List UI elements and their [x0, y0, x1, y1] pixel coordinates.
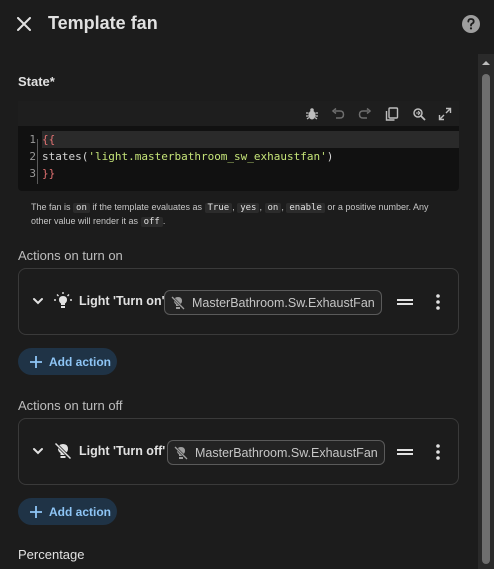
line-numbers: 1 2 3: [18, 131, 36, 182]
dialog-title: Template fan: [48, 13, 158, 33]
turn-off-target-label: MasterBathroom.Sw.ExhaustFan: [195, 445, 378, 460]
percentage-label: Percentage: [18, 547, 85, 562]
turn-off-action-title: Light 'Turn off': [79, 444, 166, 458]
scrollbar[interactable]: [478, 54, 494, 569]
editor-gutter-divider: [37, 139, 38, 184]
plus-icon: [30, 355, 42, 368]
state-label: State*: [18, 74, 55, 89]
code-token: 'light.masterbathroom_sw_exhaustfan': [88, 150, 327, 163]
chevron-down-icon[interactable]: [31, 294, 45, 308]
close-button[interactable]: [12, 12, 36, 36]
state-helper-text: The fan is on if the template evaluates …: [31, 202, 429, 227]
code-enable: enable: [286, 203, 325, 213]
code-line[interactable]: }}: [42, 165, 459, 182]
copy-icon: [385, 107, 399, 121]
line-number: 2: [29, 150, 36, 163]
code-line[interactable]: states('light.masterbathroom_sw_exhaustf…: [42, 148, 459, 165]
turn-off-section-label: Actions on turn off: [18, 398, 123, 413]
lightbulb-on-icon: [54, 292, 72, 308]
lightbulb-off-icon: [54, 442, 72, 460]
lightbulb-off-icon: [174, 445, 188, 460]
turn-on-action-title: Light 'Turn on': [79, 294, 165, 308]
editor-toolbar: [18, 101, 459, 126]
redo-icon: [358, 107, 372, 119]
code-true: True: [204, 203, 233, 213]
search-replace-icon: [413, 108, 426, 121]
turn-on-target-label: MasterBathroom.Sw.ExhaustFan: [192, 295, 375, 310]
debug-button[interactable]: [304, 106, 320, 122]
code-yes: yes: [237, 203, 260, 213]
chevron-down-icon[interactable]: [31, 444, 45, 458]
template-code-editor[interactable]: 1 2 3 {{ states('light.masterbathroom_sw_ex…: [18, 101, 459, 191]
turn-on-target-chip[interactable]: MasterBathroom.Sw.ExhaustFan: [164, 290, 382, 315]
search-replace-button[interactable]: [411, 106, 427, 122]
turn-off-add-action-button[interactable]: Add action: [18, 498, 117, 525]
code-on: on: [73, 203, 90, 213]
turn-on-add-action-button[interactable]: Add action: [18, 348, 117, 375]
code-line[interactable]: {{: [42, 131, 459, 148]
fullscreen-button[interactable]: [437, 106, 453, 122]
turn-off-action-card[interactable]: Light 'Turn off' MasterBathroom.Sw.Exhau…: [18, 418, 459, 485]
undo-icon: [331, 107, 345, 119]
turn-on-add-action-label: Add action: [49, 354, 111, 369]
line-number: 1: [29, 133, 36, 146]
close-icon: [17, 17, 31, 31]
code-on-2: on: [264, 203, 282, 213]
code-content[interactable]: {{ states('light.masterbathroom_sw_exhaus…: [42, 131, 459, 182]
undo-button[interactable]: [330, 106, 346, 122]
copy-button[interactable]: [384, 106, 400, 122]
help-icon: [462, 15, 480, 33]
turn-on-action-card[interactable]: Light 'Turn on' MasterBathroom.Sw.Exhaus…: [18, 268, 459, 335]
more-vertical-icon[interactable]: [430, 442, 446, 462]
code-off: off: [140, 216, 163, 227]
help-button[interactable]: [460, 13, 482, 35]
turn-off-target-chip[interactable]: MasterBathroom.Sw.ExhaustFan: [167, 440, 385, 465]
plus-icon: [30, 505, 42, 518]
code-token: states(: [42, 150, 89, 163]
more-vertical-icon[interactable]: [430, 292, 446, 312]
drag-handle-icon[interactable]: [396, 445, 414, 459]
scrollbar-thumb[interactable]: [482, 74, 490, 564]
turn-off-add-action-label: Add action: [49, 504, 111, 519]
code-token: {{: [42, 133, 56, 146]
lightbulb-off-icon: [171, 295, 185, 310]
code-token: }}: [42, 167, 56, 180]
code-token: ): [326, 150, 334, 163]
line-number: 3: [29, 167, 36, 180]
fullscreen-icon: [438, 107, 452, 121]
dialog-header: Template fan: [0, 0, 494, 48]
bug-icon: [306, 108, 318, 120]
dialog-content: State* 1 2 3 {{states('light.masterbath…: [0, 48, 478, 569]
drag-handle-icon[interactable]: [396, 295, 414, 309]
scroll-up-icon[interactable]: [481, 58, 491, 68]
turn-on-section-label: Actions on turn on: [18, 248, 123, 263]
redo-button[interactable]: [357, 106, 373, 122]
